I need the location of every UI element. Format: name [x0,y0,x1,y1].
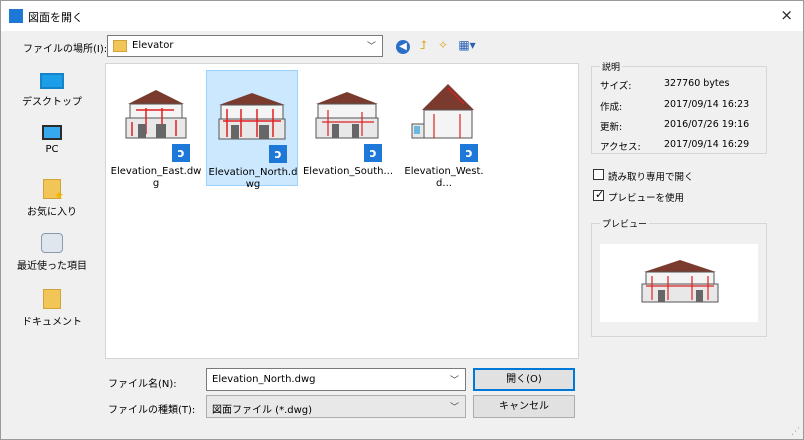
folder-icon [113,40,127,52]
open-drawing-dialog: 図面を開く × ファイルの場所(I): Elevator ﹀ ◀ ⮥ ✧ ▦▾ … [0,0,804,440]
cancel-button[interactable]: キャンセル [473,395,575,418]
back-button[interactable]: ◀ [394,36,412,54]
info-key: 更新: [600,122,623,133]
desktop-icon [40,73,64,89]
new-folder-button[interactable]: ✧ [434,36,452,54]
place-label: 最近使った項目 [17,261,87,272]
file-item[interactable]: ↄ Elevation_South... [302,70,394,186]
info-value: 2017/09/14 16:29 [664,139,750,150]
preview-image [600,244,758,322]
recent-items-icon [41,233,63,253]
checkmark-icon: ✓ [595,188,605,201]
place-label: PC [45,144,59,155]
file-name: Elevation_North.dwg [208,167,298,190]
info-value: 2017/09/14 16:23 [664,99,750,110]
filename-label: ファイル名(N): [108,379,177,390]
place-label: デスクトップ [22,97,82,108]
file-name: Elevation_East.dwg [110,166,202,189]
file-info-group: 説明 サイズ: 327760 bytes 作成: 2017/09/14 16:2… [591,60,767,154]
place-label: お気に入り [27,207,77,218]
place-desktop[interactable]: デスクトップ [10,73,94,125]
filetype-label: ファイルの種類(T): [108,405,196,416]
info-key: サイズ: [600,81,632,92]
close-icon[interactable]: × [780,6,793,24]
bricscad-icon: ↄ [460,144,478,162]
place-pc[interactable]: PC [10,125,94,177]
open-button[interactable]: 開く(O) [473,368,575,391]
view-menu-icon: ▦▾ [458,38,476,52]
info-key: アクセス: [600,142,641,153]
filetype-select[interactable]: 図面ファイル (*.dwg) ﹀ [206,395,466,418]
filename-value: Elevation_North.dwg [212,374,316,385]
readonly-label: 読み取り専用で開く [608,172,694,183]
favorites-icon [43,179,64,202]
preview-title: プレビュー [600,217,650,230]
filename-input[interactable]: Elevation_North.dwg ﹀ [206,368,466,391]
place-documents[interactable]: ドキュメント [10,289,94,341]
up-folder-button[interactable]: ⮥ [414,36,432,54]
checkbox-box: ✓ [593,188,605,201]
place-recent[interactable]: 最近使った項目 [10,233,94,285]
place-label: ドキュメント [22,317,82,328]
info-value: 2016/07/26 19:16 [664,119,750,130]
bricscad-icon: ↄ [172,144,190,162]
bricscad-icon: ↄ [269,145,287,163]
use-preview-label: プレビューを使用 [608,193,685,204]
pc-icon [42,125,62,140]
file-list: ↄ Elevation_East.dwg ↄ Elevation_North.d… [105,63,579,359]
chevron-down-icon: ﹀ [366,42,376,52]
info-key: 作成: [600,102,623,113]
info-value: 327760 bytes [664,78,730,89]
chevron-down-icon[interactable]: ﹀ [450,373,459,386]
documents-icon [43,289,61,309]
place-favorites[interactable]: お気に入り [10,179,94,231]
bricscad-icon: ↄ [364,144,382,162]
file-item-selected[interactable]: ↄ Elevation_North.dwg [206,70,298,190]
up-folder-icon: ⮥ [419,38,427,52]
location-label: ファイルの場所(I): [23,44,108,55]
view-menu-button[interactable]: ▦▾ [455,36,479,54]
info-group-title: 説明 [600,60,623,73]
location-combobox[interactable]: Elevator ﹀ [107,35,383,57]
chevron-down-icon: ﹀ [449,403,459,413]
preview-group: プレビュー [591,217,767,337]
app-icon [9,9,23,23]
places-bar: デスクトップ PC お気に入り 最近使った項目 ドキュメント [10,61,94,411]
title-bar: 図面を開く × [1,1,803,31]
back-arrow-icon: ◀ [396,40,410,54]
window-title: 図面を開く [28,11,83,24]
file-item[interactable]: ↄ Elevation_East.dwg [110,70,202,189]
resize-grip-icon[interactable]: ⋰ [791,427,800,437]
file-name: Elevation_South... [302,166,394,177]
filetype-value: 図面ファイル (*.dwg) [212,405,313,416]
location-value: Elevator [132,40,174,51]
file-item[interactable]: ↄ Elevation_West.d... [398,70,490,189]
new-folder-icon: ✧ [437,38,449,52]
checkbox-box [593,169,604,180]
file-name: Elevation_West.d... [404,166,484,189]
